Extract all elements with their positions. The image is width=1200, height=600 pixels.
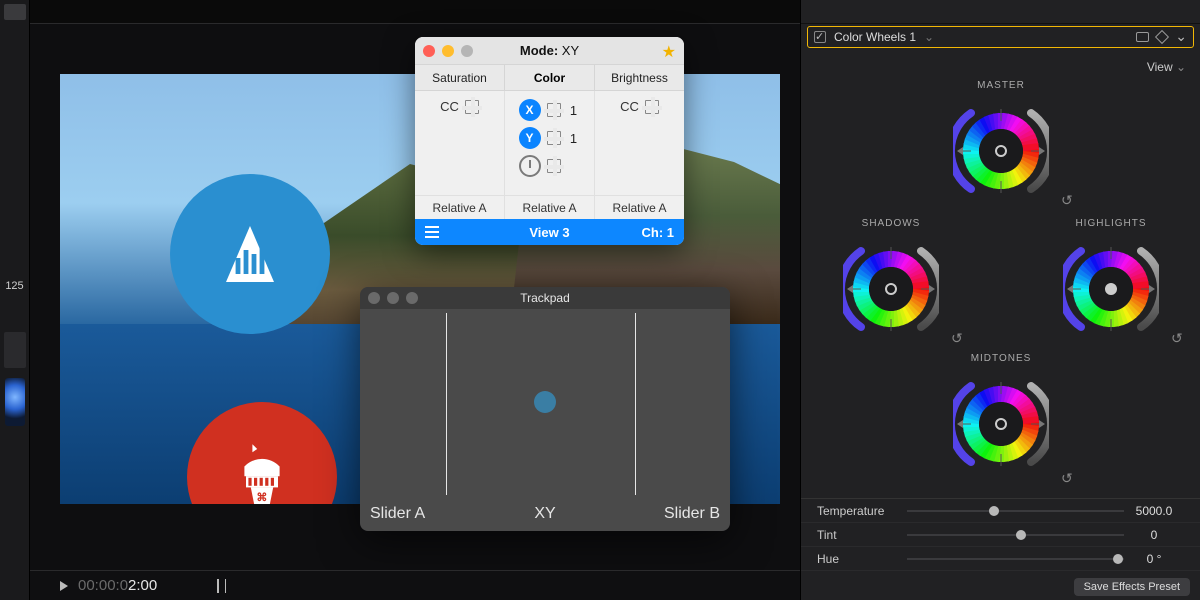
view-menu[interactable]: View xyxy=(801,52,1200,78)
hue-track[interactable] xyxy=(907,558,1124,560)
trackpad-title: Trackpad xyxy=(360,291,730,305)
crop-icon[interactable] xyxy=(547,131,561,145)
divider-a xyxy=(446,313,447,495)
hue-value: 0 ° xyxy=(1124,552,1184,566)
relative-color[interactable]: Relative A xyxy=(505,196,595,219)
crop-icon[interactable] xyxy=(547,159,561,173)
reset-shadows-icon[interactable] xyxy=(951,330,965,344)
crop-icon[interactable] xyxy=(547,103,561,117)
transport-bar: 00:00:02:00 xyxy=(30,570,800,600)
trackpad-window: Trackpad Slider A XY Slider B xyxy=(360,287,730,531)
rail-framecount: 125 xyxy=(0,280,29,292)
temperature-value: 5000.0 xyxy=(1124,504,1184,518)
bright-cc-label: CC xyxy=(620,99,639,114)
tint-track[interactable] xyxy=(907,534,1124,536)
wheel-highlights[interactable]: HIGHLIGHTS xyxy=(1063,218,1159,345)
y-axis-button[interactable]: Y xyxy=(519,127,541,149)
tab-saturation[interactable]: Saturation xyxy=(415,65,505,90)
slider-temperature[interactable]: Temperature 5000.0 xyxy=(801,499,1200,523)
mask-icon[interactable] xyxy=(1136,32,1149,42)
footer-channel[interactable]: Ch: 1 xyxy=(642,225,675,240)
keyframe-icon[interactable] xyxy=(1155,30,1169,44)
app-icon-marker-blue xyxy=(170,174,330,334)
reset-highlights-icon[interactable] xyxy=(1171,330,1185,344)
slider-tint[interactable]: Tint 0 xyxy=(801,523,1200,547)
rail-button-top[interactable] xyxy=(4,4,26,20)
slider-a-label: Slider A xyxy=(370,505,425,523)
rail-thumb[interactable] xyxy=(4,332,26,368)
play-icon[interactable] xyxy=(60,581,68,591)
column-brightness: CC xyxy=(595,91,684,195)
editor-top-strip xyxy=(30,0,800,24)
slider-hue[interactable]: Hue 0 ° xyxy=(801,547,1200,571)
wheel-shadows[interactable]: SHADOWS xyxy=(843,218,939,345)
save-preset-button[interactable]: Save Effects Preset xyxy=(1074,578,1190,596)
mode-window-titlebar[interactable]: Mode: XY ★ xyxy=(415,37,684,64)
mode-window-title: Mode: XY xyxy=(415,43,684,58)
wheel-midtones[interactable]: MIDTONES xyxy=(953,353,1049,480)
relative-bright[interactable]: Relative A xyxy=(595,196,684,219)
xy-zone-label: XY xyxy=(534,505,555,523)
left-tool-rail: 125 xyxy=(0,0,30,600)
wheel-master[interactable]: MASTER xyxy=(953,80,1049,207)
scrub-mark[interactable] xyxy=(217,579,219,593)
relative-sat[interactable]: Relative A xyxy=(415,196,505,219)
trackpad-titlebar[interactable]: Trackpad xyxy=(360,287,730,309)
scrub-mark[interactable] xyxy=(225,579,227,593)
chevron-down-icon[interactable] xyxy=(1175,30,1187,44)
crop-icon[interactable] xyxy=(465,100,479,114)
svg-text:⌘: ⌘ xyxy=(256,492,267,504)
inspector-panel: Color Wheels 1⌄ View MASTER SHADOWS xyxy=(800,0,1200,600)
reset-midtones-icon[interactable] xyxy=(1061,470,1075,484)
color-wheels-area: MASTER SHADOWS HIG xyxy=(801,78,1200,498)
reset-master-icon[interactable] xyxy=(1061,192,1075,206)
divider-b xyxy=(635,313,636,495)
timecode: 00:00:02:00 xyxy=(78,577,157,594)
tab-color[interactable]: Color xyxy=(505,65,595,90)
rail-clip-thumb[interactable] xyxy=(5,378,25,426)
mode-window: Mode: XY ★ Saturation Color Brightness C… xyxy=(415,37,684,245)
column-saturation: CC xyxy=(415,91,505,195)
favorite-star-icon[interactable]: ★ xyxy=(662,42,676,62)
effect-header[interactable]: Color Wheels 1⌄ xyxy=(807,26,1194,48)
tint-value: 0 xyxy=(1124,528,1184,542)
x-axis-button[interactable]: X xyxy=(519,99,541,121)
power-icon[interactable] xyxy=(519,155,541,177)
crop-icon[interactable] xyxy=(645,100,659,114)
mode-tabs: Saturation Color Brightness xyxy=(415,64,684,91)
trackpad-surface[interactable]: Slider A XY Slider B xyxy=(360,309,730,531)
temperature-track[interactable] xyxy=(907,510,1124,512)
effect-enable-checkbox[interactable] xyxy=(814,31,826,43)
column-color: X 1 Y 1 xyxy=(505,91,595,195)
x-value: 1 xyxy=(567,103,581,118)
tab-brightness[interactable]: Brightness xyxy=(595,65,684,90)
sat-cc-label: CC xyxy=(440,99,459,114)
mode-footer: View 3 Ch: 1 xyxy=(415,219,684,245)
effect-title: Color Wheels 1 xyxy=(834,30,916,44)
y-value: 1 xyxy=(567,131,581,146)
xy-cursor[interactable] xyxy=(534,391,556,413)
slider-b-label: Slider B xyxy=(664,505,720,523)
